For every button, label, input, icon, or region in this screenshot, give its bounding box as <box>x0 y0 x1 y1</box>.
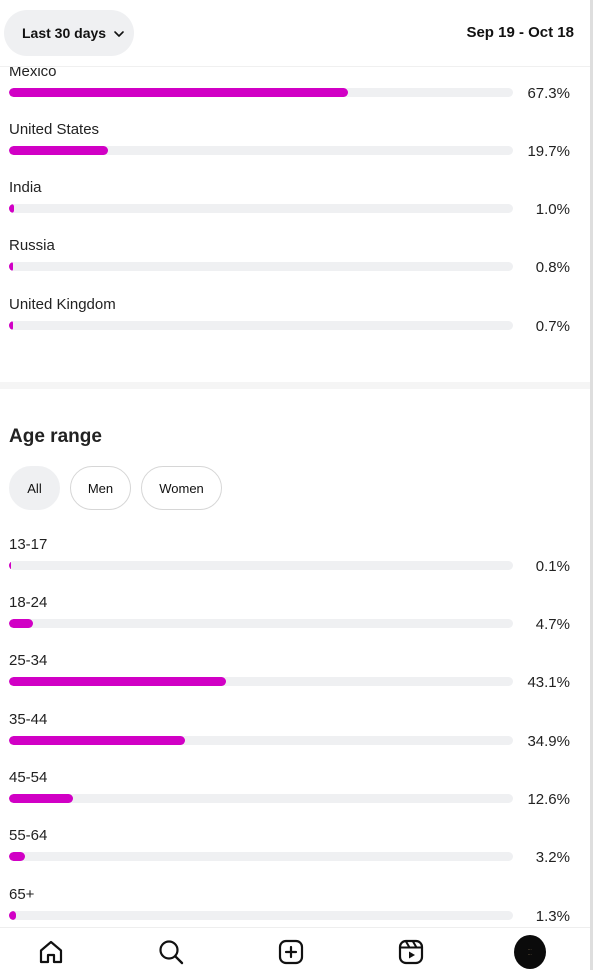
age-bar-fill <box>9 794 73 803</box>
country-bar-fill <box>9 321 13 330</box>
age-range-title: Age range <box>9 426 102 447</box>
country-label: India <box>9 179 42 196</box>
country-bar-track <box>9 146 513 155</box>
age-percent: 0.1% <box>535 558 570 575</box>
age-bar-track <box>9 911 513 920</box>
avatar-icon: ⋯ ⋯ <box>514 935 546 969</box>
bottom-navigation: ⋯ ⋯ <box>0 927 590 971</box>
age-label: 45-54 <box>9 769 48 786</box>
top-bar: Last 30 days Sep 19 - Oct 18 <box>0 0 590 67</box>
age-label: 55-64 <box>9 827 48 844</box>
age-bar-track <box>9 852 513 861</box>
country-row: Mexico 67.3% <box>0 63 590 121</box>
age-bar-fill <box>9 677 227 686</box>
search-icon[interactable] <box>155 936 187 968</box>
country-percent: 0.7% <box>535 318 570 335</box>
age-label: 18-24 <box>9 594 48 611</box>
age-row: 25-34 43.1% <box>0 652 590 710</box>
age-row: 13-17 0.1% <box>0 536 590 594</box>
country-bar-track <box>9 262 513 271</box>
age-label: 35-44 <box>9 711 48 728</box>
age-row: 55-64 3.2% <box>0 827 590 885</box>
country-percent: 1.0% <box>535 201 570 218</box>
country-label: Russia <box>9 237 55 254</box>
filter-all-chip[interactable]: All <box>9 466 60 510</box>
age-label: 25-34 <box>9 652 48 669</box>
age-percent: 4.7% <box>535 616 570 633</box>
age-bar-fill <box>9 736 185 745</box>
age-bar-track <box>9 677 513 686</box>
create-icon[interactable] <box>275 936 307 968</box>
country-bar-track <box>9 321 513 330</box>
age-bar-fill <box>9 619 33 628</box>
avatar-logo-text: ⋯ ⋯ <box>527 947 533 957</box>
age-bar-fill <box>9 561 11 570</box>
age-percent: 12.6% <box>527 791 570 808</box>
home-icon[interactable] <box>35 936 67 968</box>
date-range-text: Sep 19 - Oct 18 <box>466 24 574 41</box>
country-row: India 1.0% <box>0 179 590 237</box>
age-bar-fill <box>9 852 26 861</box>
country-label: United Kingdom <box>9 296 116 313</box>
age-filter-group: All Men Women <box>9 466 222 510</box>
age-percent: 43.1% <box>527 674 570 691</box>
country-bar-track <box>9 88 513 97</box>
filter-women-chip[interactable]: Women <box>141 466 222 510</box>
country-label: United States <box>9 121 100 138</box>
country-percent: 0.8% <box>535 259 570 276</box>
age-bar-track <box>9 794 513 803</box>
date-range-dropdown[interactable]: Last 30 days <box>4 10 134 56</box>
age-row: 45-54 12.6% <box>0 769 590 827</box>
age-bar-fill <box>9 911 16 920</box>
section-divider <box>0 382 590 389</box>
age-percent: 3.2% <box>535 849 570 866</box>
age-percent: 34.9% <box>527 733 570 750</box>
country-bar-fill <box>9 146 109 155</box>
country-percent: 19.7% <box>527 143 570 160</box>
date-range-dropdown-label: Last 30 days <box>22 25 107 41</box>
age-percent: 1.3% <box>535 908 570 925</box>
age-row: 18-24 4.7% <box>0 594 590 652</box>
profile-avatar[interactable]: ⋯ ⋯ <box>514 935 546 969</box>
country-bar-track <box>9 204 513 213</box>
chevron-down-icon <box>113 27 125 39</box>
country-row: United Kingdom 0.7% <box>0 296 590 354</box>
age-label: 13-17 <box>9 536 48 553</box>
age-bar-track <box>9 619 513 628</box>
country-row: United States 19.7% <box>0 121 590 179</box>
country-bar-fill <box>9 88 349 97</box>
age-bar-track <box>9 561 513 570</box>
reels-icon[interactable] <box>395 936 427 968</box>
age-label: 65+ <box>9 886 35 903</box>
age-row: 35-44 34.9% <box>0 711 590 769</box>
country-bar-fill <box>9 262 14 271</box>
country-bar-fill <box>9 204 15 213</box>
age-bar-track <box>9 736 513 745</box>
country-row: Russia 0.8% <box>0 237 590 295</box>
country-percent: 67.3% <box>527 85 570 102</box>
filter-men-chip[interactable]: Men <box>70 466 131 510</box>
